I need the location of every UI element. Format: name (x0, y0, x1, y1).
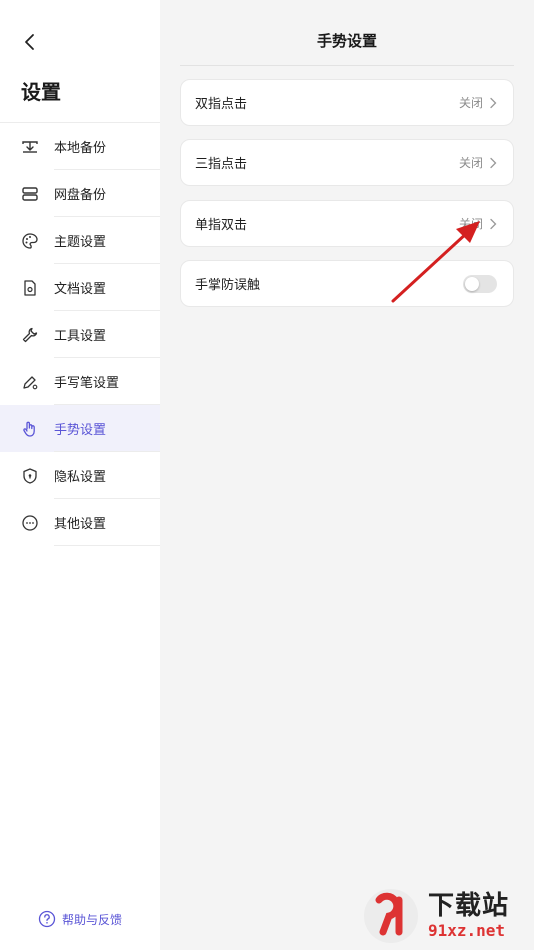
question-circle-icon (38, 910, 56, 928)
sidebar-item-stylus[interactable]: 手写笔设置 (0, 358, 160, 405)
sidebar-item-label: 手势设置 (54, 423, 107, 438)
sidebar-item-privacy[interactable]: 隐私设置 (0, 452, 160, 499)
palette-icon (20, 231, 40, 251)
sidebar-item-local-backup[interactable]: 本地备份 (0, 123, 160, 170)
palm-rejection-toggle[interactable] (463, 274, 497, 293)
setting-row-three-finger-tap[interactable]: 三指点击 关闭 (180, 139, 514, 186)
toggle-knob (465, 276, 479, 291)
chevron-left-icon (25, 34, 34, 50)
setting-row-two-finger-tap[interactable]: 双指点击 关闭 (180, 79, 514, 126)
main-panel: 手势设置 双指点击 关闭 三指点击 关闭 单指双击 关闭 手掌防误触 (160, 0, 534, 950)
sidebar-item-label: 手写笔设置 (54, 376, 120, 391)
hand-gesture-icon (20, 419, 40, 439)
sidebar-item-tools[interactable]: 工具设置 (0, 311, 160, 358)
sidebar-item-cloud-backup[interactable]: 网盘备份 (0, 170, 160, 217)
page-title: 手势设置 (316, 32, 377, 50)
sidebar-item-label: 工具设置 (54, 329, 107, 344)
sidebar-item-label: 其他设置 (54, 517, 107, 532)
setting-label: 单指双击 (195, 218, 248, 233)
settings-nav: 本地备份 网盘备份 主题设置 文档设置 工具设置 手写笔设置 手势设置 隐私设置… (0, 123, 160, 546)
site-watermark: 下载站 91xz.net (360, 882, 534, 950)
sidebar: 设置 本地备份 网盘备份 主题设置 文档设置 工具设置 手写笔设置 手势设置 隐… (0, 0, 160, 950)
watermark-cn: 下载站 (428, 891, 510, 921)
server-icon (20, 184, 40, 204)
watermark-logo-icon (360, 885, 422, 947)
sidebar-item-gesture[interactable]: 手势设置 (0, 405, 160, 452)
watermark-en: 91xz.net (428, 921, 506, 940)
wrench-icon (20, 325, 40, 345)
pen-gear-icon (20, 372, 40, 392)
setting-value-group: 关闭 (459, 215, 497, 232)
divider (180, 65, 514, 66)
help-feedback-link[interactable]: 帮助与反馈 (38, 910, 122, 928)
sidebar-item-label: 隐私设置 (54, 470, 107, 485)
setting-value-group: 关闭 (459, 154, 497, 171)
back-button[interactable] (14, 26, 46, 58)
shield-lock-icon (20, 466, 40, 486)
chevron-right-icon (490, 157, 497, 168)
watermark-text: 下载站 91xz.net (428, 891, 509, 941)
sidebar-item-label: 网盘备份 (54, 188, 107, 203)
setting-row-palm-rejection: 手掌防误触 (180, 260, 514, 307)
sidebar-item-other[interactable]: 其他设置 (0, 499, 160, 546)
setting-value-group: 关闭 (459, 94, 497, 111)
more-circle-icon (20, 513, 40, 533)
chevron-right-icon (490, 218, 497, 229)
sidebar-item-label: 本地备份 (54, 141, 107, 156)
chevron-right-icon (490, 97, 497, 108)
sidebar-item-document[interactable]: 文档设置 (0, 264, 160, 311)
setting-value: 关闭 (458, 156, 483, 170)
sidebar-item-label: 主题设置 (54, 235, 107, 250)
setting-value: 关闭 (458, 96, 483, 110)
setting-label: 手掌防误触 (195, 278, 261, 293)
help-feedback-label: 帮助与反馈 (62, 912, 123, 927)
sidebar-item-theme[interactable]: 主题设置 (0, 217, 160, 264)
setting-row-single-finger-double-tap[interactable]: 单指双击 关闭 (180, 200, 514, 247)
download-tray-icon (20, 137, 40, 157)
setting-value: 关闭 (458, 217, 483, 231)
document-gear-icon (20, 278, 40, 298)
setting-label: 双指点击 (195, 97, 248, 112)
sidebar-item-label: 文档设置 (54, 282, 107, 297)
setting-label: 三指点击 (195, 157, 248, 172)
sidebar-title: 设置 (21, 80, 61, 104)
